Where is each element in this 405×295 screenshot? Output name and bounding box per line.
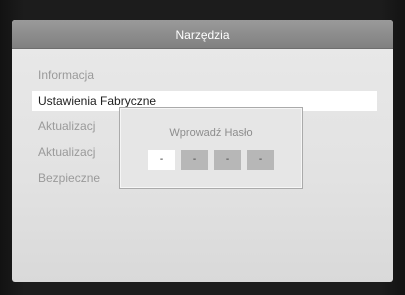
pin-digit-3[interactable]: -: [214, 150, 241, 170]
screen: Narzędzia Informacja Ustawienia Fabryczn…: [0, 0, 405, 295]
password-dialog: Wprowadź Hasło - - - -: [119, 107, 303, 189]
tools-window: Narzędzia Informacja Ustawienia Fabryczn…: [12, 20, 393, 282]
pin-digit-4[interactable]: -: [247, 150, 274, 170]
title-bar: Narzędzia: [12, 20, 393, 49]
menu-item-safe[interactable]: Bezpieczne: [38, 168, 100, 188]
password-dialog-title: Wprowadź Hasło: [169, 127, 253, 139]
pin-digit-1[interactable]: -: [148, 150, 175, 170]
menu-item-update-1[interactable]: Aktualizacj: [38, 116, 95, 136]
pin-digit-2[interactable]: -: [181, 150, 208, 170]
menu-item-update-2[interactable]: Aktualizacj: [38, 142, 95, 162]
menu-item-information[interactable]: Informacja: [38, 65, 94, 85]
window-title: Narzędzia: [175, 28, 230, 42]
